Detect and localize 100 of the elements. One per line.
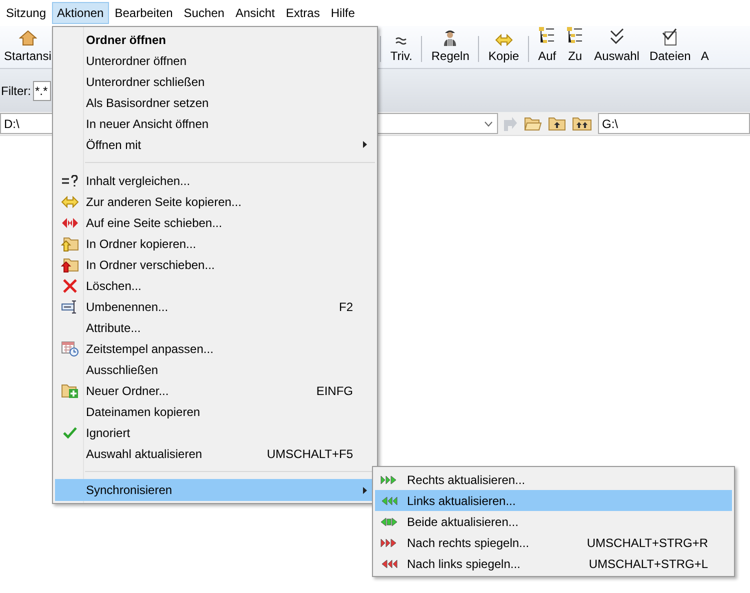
menu-item[interactable]: Auf eine Seite schieben... <box>55 212 375 233</box>
calendar-clock-icon <box>60 340 78 356</box>
menu-item[interactable]: Unterordner öffnen <box>55 50 375 71</box>
menu-label: Auf eine Seite schieben... <box>86 216 222 230</box>
menu-label: Auswahl aktualisieren <box>86 446 202 460</box>
shortcut-text: EINFG <box>316 384 353 398</box>
menu-item[interactable]: Ausschließen <box>55 359 375 380</box>
menu-item[interactable]: Nach links spiegeln... UMSCHALT+STRG+L <box>375 553 732 574</box>
folder-plus-icon <box>60 382 78 398</box>
menu-item[interactable]: Rechts aktualisieren... <box>375 469 732 490</box>
toolbar-button[interactable]: Auf <box>533 26 562 68</box>
folder-arrow-icon <box>60 236 78 252</box>
menu-item[interactable]: Ansicht <box>230 2 280 24</box>
menu-item[interactable]: Inhalt vergleichen... <box>55 170 375 191</box>
menu-label: Rechts aktualisieren... <box>407 472 526 486</box>
menu-item[interactable]: Suchen <box>178 2 230 24</box>
menu-item[interactable]: Hilfe <box>326 2 360 24</box>
menu-item[interactable]: Ignoriert <box>55 422 375 443</box>
double-arrow-icon <box>60 196 78 208</box>
folder-up-icon[interactable] <box>548 116 566 131</box>
tree-icon <box>538 26 556 46</box>
filter-field[interactable]: *.* <box>33 80 51 100</box>
menu-label: Löschen... <box>86 278 142 292</box>
menu-label: Links aktualisieren... <box>407 494 516 508</box>
menu-label: Umbenennen... <box>86 300 168 314</box>
toolbar-button[interactable]: Dateien <box>644 26 696 68</box>
path-field[interactable]: G:\ <box>598 113 750 134</box>
menu-label: Dateinamen kopieren <box>86 404 200 418</box>
toolbar-button[interactable]: A <box>696 26 714 68</box>
menu-item[interactable]: Unterordner schließen <box>55 71 375 92</box>
triple-arrow-icon <box>380 538 398 548</box>
folder-icon[interactable] <box>524 116 542 131</box>
file-check-icon <box>662 28 678 46</box>
double-arrow-icon <box>494 34 513 46</box>
menu-item[interactable]: Links aktualisieren... <box>375 490 732 511</box>
tree-icon <box>566 26 584 46</box>
menu-label: Ausschließen <box>86 362 158 376</box>
toolbar-button[interactable]: Startansi <box>0 26 56 68</box>
text-cursor-icon <box>60 300 78 314</box>
menu-item[interactable]: Zur anderen Seite kopieren... <box>55 191 375 212</box>
folder-up-icon[interactable] <box>572 116 592 131</box>
equals-question-icon <box>60 174 78 186</box>
menu-label: Ignoriert <box>86 426 130 440</box>
menu-item[interactable]: In Ordner kopieren... <box>55 233 375 254</box>
triple-arrow-icon <box>380 474 398 484</box>
chevron-down-icon[interactable] <box>484 120 493 126</box>
menu-item[interactable]: Extras <box>280 2 325 24</box>
menu-label: Beide aktualisieren... <box>407 514 518 528</box>
menu-label: In Ordner kopieren... <box>86 236 196 250</box>
shortcut-text: UMSCHALT+F5 <box>266 446 353 460</box>
menu-label: In neuer Ansicht öffnen <box>86 116 209 130</box>
menu-label: Inhalt vergleichen... <box>86 174 190 188</box>
menu-item[interactable]: In neuer Ansicht öffnen <box>55 113 375 134</box>
shortcut-text: UMSCHALT+STRG+R <box>586 536 708 550</box>
menu-label: Synchronisieren <box>86 483 172 497</box>
menu-item[interactable]: Auswahl aktualisieren UMSCHALT+F5 <box>55 443 375 464</box>
house-icon <box>18 30 37 46</box>
menu-label: Unterordner schließen <box>86 74 205 88</box>
menu-item[interactable]: Sitzung <box>1 2 52 24</box>
menu-label: Zur anderen Seite kopieren... <box>86 194 242 208</box>
toolbar-button[interactable]: Zu <box>561 26 590 68</box>
triple-arrow-icon <box>380 558 398 568</box>
toolbar-button[interactable]: Triv. <box>385 26 418 68</box>
menu-item[interactable]: Attribute... <box>55 317 375 338</box>
menu-item[interactable]: Zeitstempel anpassen... <box>55 338 375 359</box>
menu-label: In Ordner verschieben... <box>86 258 215 272</box>
menu-item[interactable]: Öffnen mit <box>55 134 375 155</box>
menu-item[interactable]: Beide aktualisieren... <box>375 511 732 532</box>
menu-label: Attribute... <box>86 320 141 334</box>
toolbar-button[interactable]: Kopie <box>483 26 524 68</box>
menu-item[interactable]: Löschen... <box>55 275 375 296</box>
menu-label: Öffnen mit <box>86 138 142 152</box>
menu-item[interactable]: Als Basisordner setzen <box>55 92 375 113</box>
toolbar-button[interactable]: Auswahl <box>589 26 644 68</box>
menu-label: Ordner öffnen <box>86 32 166 46</box>
menu-label: Nach links spiegeln... <box>407 556 520 570</box>
menu-item[interactable]: Neuer Ordner... EINFG <box>55 380 375 401</box>
filter-label: Filter: <box>1 84 31 98</box>
menu-item[interactable]: Aktionen <box>52 2 109 24</box>
shortcut-text: F2 <box>338 300 353 314</box>
menu-item[interactable]: Nach rechts spiegeln... UMSCHALT+STRG+R <box>375 532 732 553</box>
menu-label: Zeitstempel anpassen... <box>86 342 214 356</box>
menu-item[interactable]: Umbenennen... F2 <box>55 296 375 317</box>
menu-item[interactable]: Bearbeiten <box>110 2 178 24</box>
folder-arrow-icon <box>60 256 78 272</box>
menu-item[interactable]: Dateinamen kopieren <box>55 401 375 422</box>
menu-item[interactable]: In Ordner verschieben... <box>55 254 375 275</box>
triple-arrow-icon <box>380 516 398 526</box>
approx-icon <box>395 36 408 46</box>
double-arrow-icon <box>60 216 78 228</box>
toolbar-button[interactable]: Regeln <box>426 26 474 68</box>
triple-arrow-icon <box>380 496 398 506</box>
checkmarks-icon <box>610 28 624 46</box>
menu-item[interactable]: Synchronisieren <box>55 479 375 501</box>
shortcut-text: UMSCHALT+STRG+L <box>588 556 708 570</box>
cross-icon <box>62 278 76 292</box>
menu-item[interactable]: Ordner öffnen <box>55 29 375 50</box>
menu-label: Unterordner öffnen <box>86 54 187 68</box>
menu-label: Neuer Ordner... <box>86 384 169 398</box>
menu-label: Als Basisordner setzen <box>86 96 209 110</box>
